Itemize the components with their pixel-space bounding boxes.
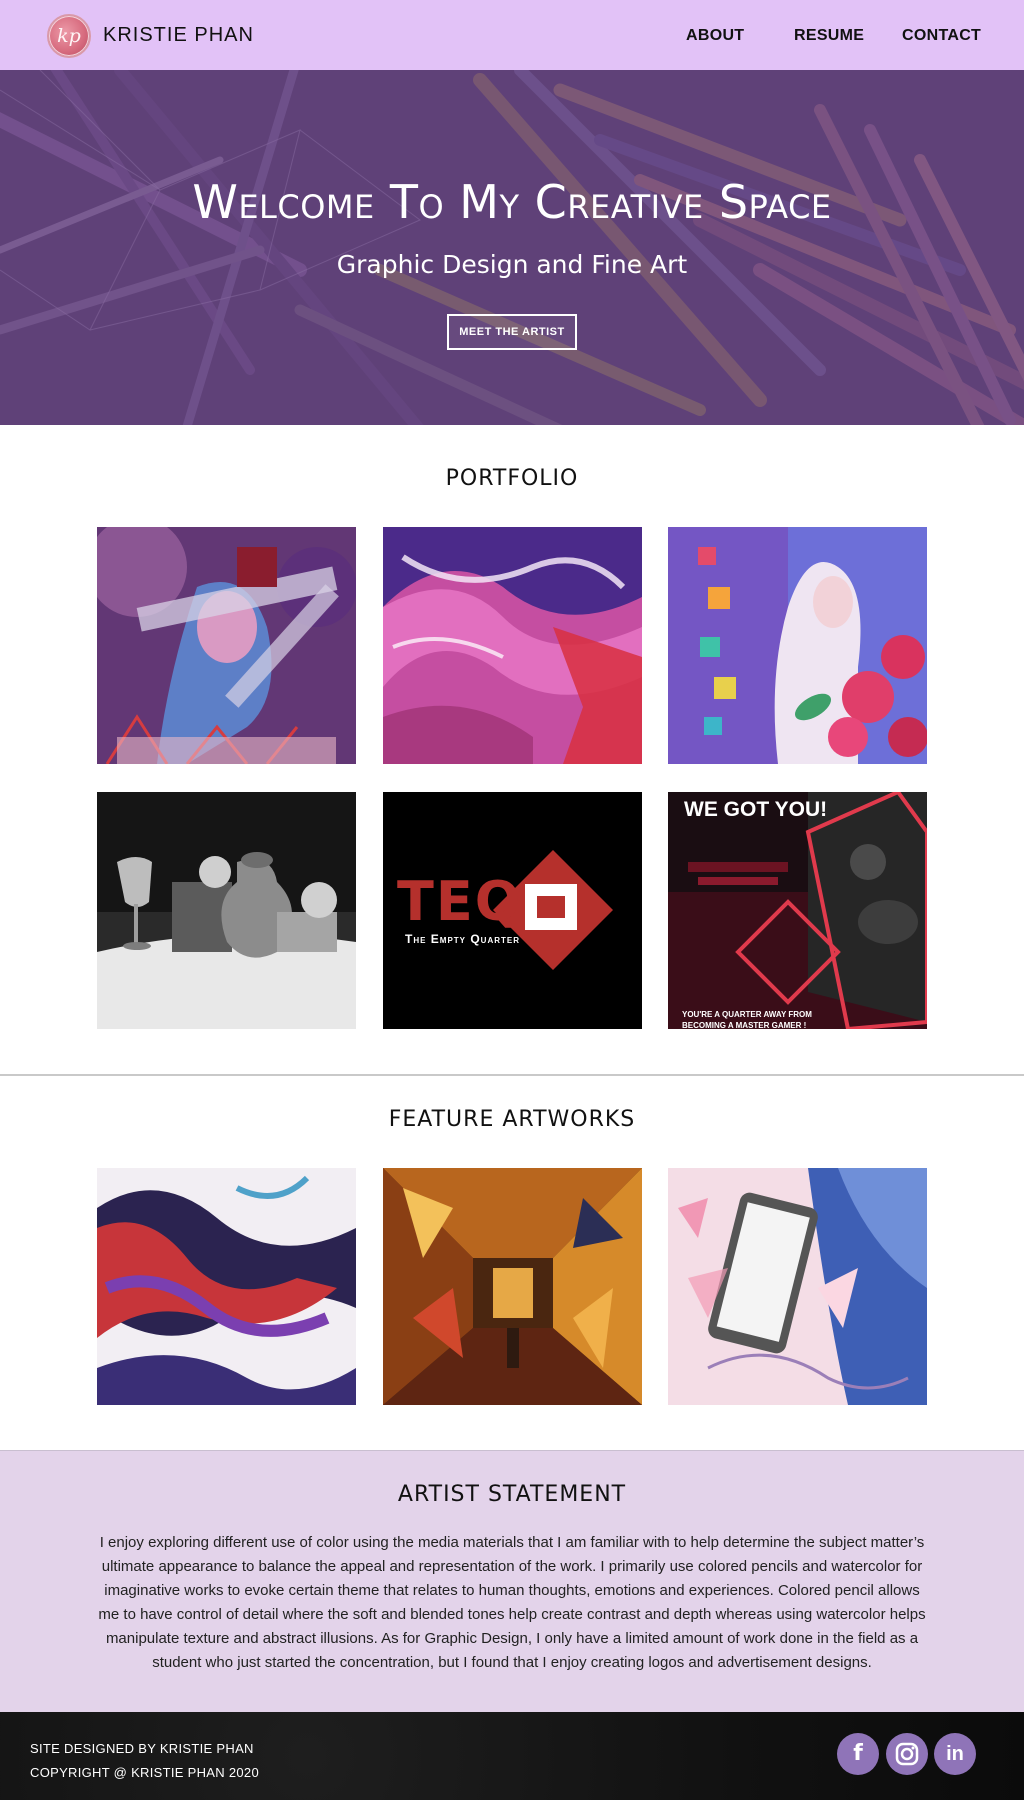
feature-item-3[interactable] [668, 1168, 927, 1405]
artist-statement-section: ARTIST STATEMENT I enjoy exploring diffe… [0, 1450, 1024, 1712]
feature-item-2[interactable] [383, 1168, 642, 1405]
nav-contact[interactable]: CONTACT [902, 27, 981, 45]
hero-subtitle: Graphic Design and Fine Art [336, 250, 688, 279]
nav-resume[interactable]: RESUME [794, 27, 864, 45]
logo-text: kp [57, 25, 81, 47]
linkedin-icon[interactable]: in [934, 1733, 976, 1775]
nav-about[interactable]: ABOUT [686, 27, 744, 45]
girl-with-roses-artwork [668, 527, 927, 764]
portfolio-item-1[interactable] [97, 527, 356, 764]
gaming-ad-tagline-2: BECOMING A MASTER GAMER ! [682, 1021, 807, 1029]
instagram-icon[interactable] [886, 1733, 928, 1775]
hero-overlay [0, 70, 1024, 425]
hero-banner: Welcome To My Creative Space Graphic Des… [0, 70, 1024, 425]
still-life-charcoal-artwork [97, 792, 356, 1029]
abstract-fluid-artwork [97, 1168, 356, 1405]
portfolio-item-4[interactable] [97, 792, 356, 1029]
pink-pour-painting-artwork [383, 527, 642, 764]
gaming-ad-headline: WE GOT YOU! [684, 798, 828, 821]
portfolio-item-2[interactable] [383, 527, 642, 764]
features-title: FEATURE ARTWORKS [388, 1107, 636, 1132]
statement-text: I enjoy exploring different use of color… [98, 1534, 926, 1671]
facebook-icon[interactable]: f [837, 1733, 879, 1775]
portfolio-item-6[interactable]: WE GOT YOU! YOU'RE A QUARTER AWAY FROM B… [668, 792, 927, 1029]
site-footer: SITE DESIGNED BY KRISTIE PHAN COPYRIGHT … [0, 1712, 1024, 1800]
phone-shatter-artwork [668, 1168, 927, 1405]
portfolio-title: PORTFOLIO [445, 466, 579, 491]
portfolio-item-5[interactable]: TEQ The Empty Quarter [383, 792, 642, 1029]
statement-title: ARTIST STATEMENT [397, 1482, 627, 1507]
site-header: kp KRISTIE PHAN ABOUT RESUME CONTACT [0, 0, 1024, 70]
abstract-portrait-artwork [97, 527, 356, 764]
gaming-ad-tagline: YOU'RE A QUARTER AWAY FROM [682, 1010, 812, 1019]
brand-name[interactable]: KRISTIE PHAN [103, 24, 254, 47]
feature-item-1[interactable] [97, 1168, 356, 1405]
footer-copyright: COPYRIGHT @ KRISTIE PHAN 2020 [30, 1765, 259, 1780]
section-divider [0, 1074, 1024, 1076]
portfolio-item-3[interactable] [668, 527, 927, 764]
teq-logo-text: TEQ [397, 870, 523, 933]
footer-credit: SITE DESIGNED BY KRISTIE PHAN [30, 1741, 254, 1756]
logo-badge[interactable]: kp [47, 14, 91, 58]
gaming-ad-artwork [668, 792, 927, 1029]
instagram-glyph [895, 1742, 919, 1766]
hero-title: Welcome To My Creative Space [192, 175, 832, 229]
teq-logo-caption: The Empty Quarter [405, 932, 521, 946]
mirror-tunnel-artwork [383, 1168, 642, 1405]
meet-the-artist-button[interactable]: MEET THE ARTIST [447, 314, 577, 350]
